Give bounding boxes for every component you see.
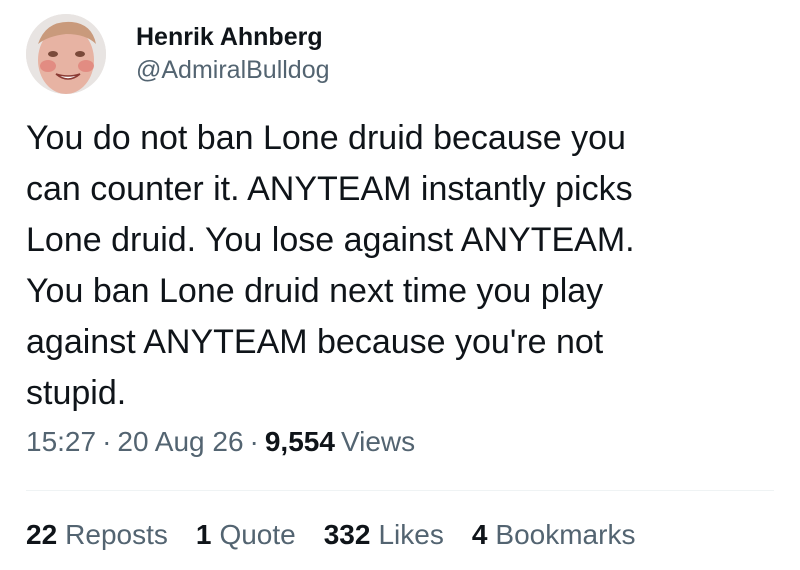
bookmarks-count: 4 — [471, 519, 488, 550]
divider — [26, 490, 774, 491]
engagement-stats: 22 Reposts 1 Quote 332 Likes 4 Bookmarks — [26, 515, 663, 555]
author-name[interactable]: Henrik Ahnberg — [136, 22, 330, 52]
views-label[interactable]: Views — [341, 422, 415, 462]
reposts-stat[interactable]: 22 Reposts — [26, 515, 168, 555]
bookmarks-label: Bookmarks — [495, 519, 636, 550]
bookmarks-stat[interactable]: 4 Bookmarks — [472, 515, 636, 555]
quotes-count: 1 — [195, 519, 212, 550]
tweet-meta: 15:27 · 20 Aug 26 · 9,554 Views — [26, 422, 415, 462]
likes-stat[interactable]: 332 Likes — [324, 515, 444, 555]
likes-label: Likes — [378, 519, 444, 550]
tweet-date[interactable]: 20 Aug 26 — [117, 422, 243, 462]
likes-count: 332 — [323, 519, 371, 550]
quotes-stat[interactable]: 1 Quote — [196, 515, 296, 555]
avatar-image — [26, 14, 106, 94]
meta-separator: · — [102, 426, 112, 457]
tweet-header: Henrik Ahnberg @AdmiralBulldog — [26, 12, 330, 96]
tweet-text: You do not ban Lone druid because you ca… — [26, 119, 635, 412]
tweet-time[interactable]: 15:27 — [26, 422, 96, 462]
author-handle[interactable]: @AdmiralBulldog — [136, 54, 330, 86]
reposts-count: 22 — [26, 519, 58, 550]
reposts-label: Reposts — [65, 519, 168, 550]
avatar[interactable] — [26, 14, 106, 94]
author-info: Henrik Ahnberg @AdmiralBulldog — [136, 22, 330, 86]
meta-separator: · — [249, 426, 259, 457]
quotes-label: Quote — [219, 519, 296, 550]
views-count[interactable]: 9,554 — [265, 422, 335, 462]
